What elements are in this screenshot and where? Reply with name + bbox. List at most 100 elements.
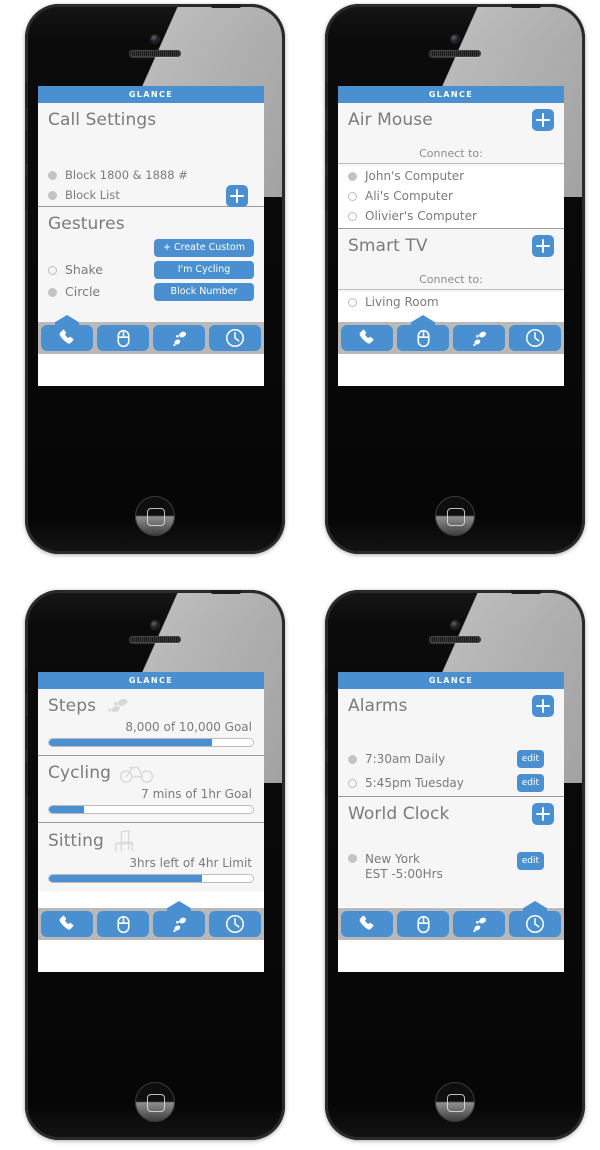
mockup-canvas: GLANCE Call Settings Block 1800 & 1888 #… — [0, 0, 600, 1150]
tab-clock[interactable] — [509, 325, 561, 351]
volume-down-button[interactable] — [325, 176, 328, 210]
meter-header: Steps — [48, 695, 254, 717]
home-button[interactable] — [135, 1082, 175, 1122]
meter-title: Steps — [48, 696, 97, 716]
tab-steps[interactable] — [453, 911, 505, 937]
list-item-label: Block 1800 & 1888 # — [65, 168, 188, 182]
meter-sitting: Sitting 3hrs left of 4hr Limit — [38, 823, 264, 891]
tab-phone[interactable] — [41, 911, 93, 937]
list-item[interactable]: + Create Custom — [48, 235, 254, 257]
progress-bar-cycling — [48, 805, 254, 814]
meter-steps: Steps 8,000 of 10,000 Goal — [38, 689, 264, 756]
silent-switch[interactable] — [325, 668, 328, 694]
tab-bar — [38, 901, 264, 940]
list-item[interactable]: New York EST -5:00Hrs edit — [348, 849, 554, 885]
tab-bar — [338, 315, 564, 354]
mouse-icon — [116, 329, 130, 347]
footsteps-icon — [472, 331, 486, 346]
tab-steps[interactable] — [153, 901, 205, 937]
meter-cycling: Cycling 7 mins of 1hr Goal — [38, 756, 264, 823]
tab-clock[interactable] — [209, 911, 261, 937]
add-air-mouse-button[interactable] — [532, 109, 554, 131]
edit-alarm-button[interactable]: edit — [516, 750, 544, 768]
section-world-clock: World Clock New York EST -5:00Hrs edit — [338, 797, 564, 907]
add-world-clock-button[interactable] — [532, 803, 554, 825]
gesture-label: Circle — [65, 284, 101, 299]
gesture-action-button[interactable]: Block Number — [154, 283, 254, 301]
air-mouse-device-list: John's Computer Ali's Computer Olivier's… — [338, 166, 564, 228]
list-item[interactable]: 5:45pm Tuesday edit — [348, 771, 554, 795]
tab-mouse[interactable] — [97, 911, 149, 937]
volume-down-button[interactable] — [25, 762, 28, 796]
home-button[interactable] — [435, 496, 475, 536]
section-title: Gestures — [48, 214, 125, 234]
tab-phone[interactable] — [341, 325, 393, 351]
list-item[interactable]: John's Computer — [338, 166, 564, 186]
tab-clock[interactable] — [209, 325, 261, 351]
volume-up-button[interactable] — [325, 130, 328, 164]
volume-down-button[interactable] — [25, 176, 28, 210]
volume-up-button[interactable] — [325, 716, 328, 750]
tab-clock[interactable] — [509, 901, 561, 937]
screen-activity: GLANCE Steps 8,000 of 10,000 Goal Cyclin… — [38, 672, 264, 972]
volume-up-button[interactable] — [25, 716, 28, 750]
earpiece-speaker — [129, 50, 181, 57]
list-item[interactable]: 7:30am Daily edit — [348, 747, 554, 771]
phone-device-air-mouse: GLANCE Air Mouse Connect to: John's Comp… — [325, 4, 585, 554]
status-bullet-icon — [48, 190, 57, 200]
screen-content: Air Mouse Connect to: John's Computer Al… — [338, 103, 564, 354]
phone-device-clock: GLANCE Alarms 7:30am Daily edit 5:45pm T… — [325, 590, 585, 1140]
tab-phone[interactable] — [41, 315, 93, 351]
clock-icon — [225, 328, 245, 348]
tab-mouse[interactable] — [97, 325, 149, 351]
meter-title: Sitting — [48, 831, 104, 851]
volume-up-button[interactable] — [25, 130, 28, 164]
list-item[interactable]: Circle Block Number — [48, 279, 254, 301]
tab-phone[interactable] — [341, 911, 393, 937]
home-button[interactable] — [435, 1082, 475, 1122]
screen-call-settings: GLANCE Call Settings Block 1800 & 1888 #… — [38, 86, 264, 386]
add-alarm-button[interactable] — [532, 695, 554, 717]
add-smart-tv-button[interactable] — [532, 235, 554, 257]
footsteps-icon — [108, 698, 128, 713]
section-header: Alarms — [348, 695, 554, 717]
power-button[interactable] — [211, 590, 241, 594]
tab-steps[interactable] — [153, 325, 205, 351]
power-button[interactable] — [211, 4, 241, 8]
silent-switch[interactable] — [25, 82, 28, 108]
city-name: New York — [365, 852, 420, 866]
tab-mouse[interactable] — [397, 315, 449, 351]
meter-goal-text: 3hrs left of 4hr Limit — [129, 856, 252, 870]
status-bullet-icon — [48, 266, 57, 275]
screen-content: Alarms 7:30am Daily edit 5:45pm Tuesday … — [338, 689, 564, 940]
power-button[interactable] — [511, 4, 541, 8]
list-item[interactable]: Block 1800 & 1888 # — [48, 165, 254, 185]
power-button[interactable] — [511, 590, 541, 594]
silent-switch[interactable] — [25, 668, 28, 694]
list-item[interactable]: Block List — [48, 185, 254, 207]
alarm-label: 5:45pm Tuesday — [365, 776, 464, 790]
tab-mouse[interactable] — [397, 911, 449, 937]
list-item[interactable]: Living Room — [338, 292, 564, 312]
section-header: World Clock — [348, 803, 554, 825]
silent-switch[interactable] — [325, 82, 328, 108]
phone-icon — [59, 915, 74, 930]
list-item[interactable]: Shake I'm Cycling — [48, 257, 254, 279]
gesture-action-button[interactable]: I'm Cycling — [154, 261, 254, 279]
active-tab-indicator — [167, 901, 191, 915]
volume-down-button[interactable] — [325, 762, 328, 796]
edit-city-button[interactable]: edit — [516, 852, 544, 870]
progress-bar-sitting — [48, 874, 254, 883]
list-item[interactable]: Olivier's Computer — [338, 206, 564, 228]
clock-icon — [525, 914, 545, 934]
city-offset: EST -5:00Hrs — [365, 867, 443, 881]
status-bullet-icon — [348, 171, 357, 181]
home-button[interactable] — [135, 496, 175, 536]
create-custom-gesture-button[interactable]: + Create Custom — [154, 239, 254, 257]
edit-alarm-button[interactable]: edit — [516, 774, 544, 792]
list-item[interactable]: Ali's Computer — [338, 186, 564, 206]
tab-steps[interactable] — [453, 325, 505, 351]
add-block-list-button[interactable] — [226, 185, 248, 207]
